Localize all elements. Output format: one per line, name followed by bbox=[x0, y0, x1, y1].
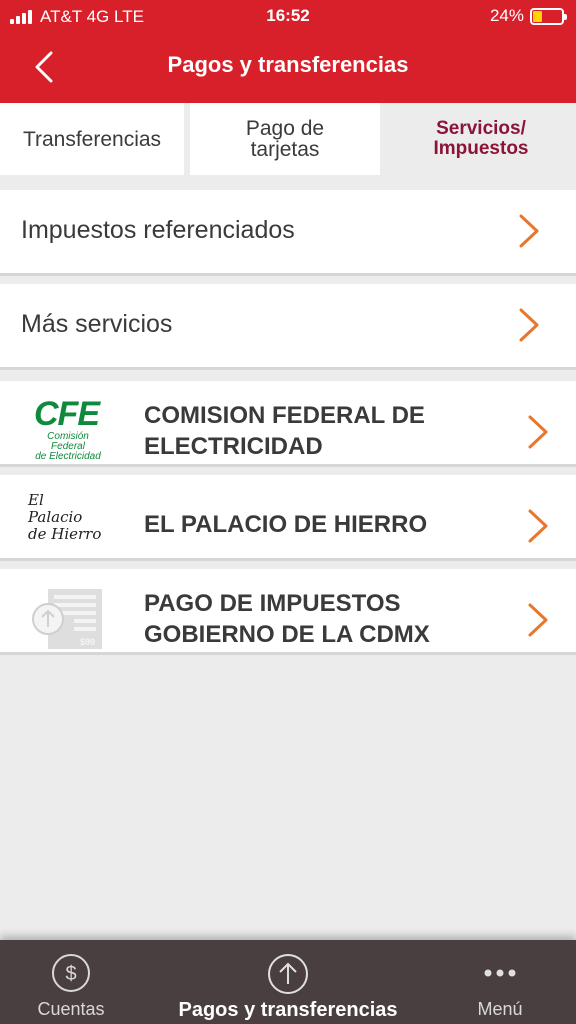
status-bar-right: 24% bbox=[489, 6, 567, 26]
tabbar-item-cuentas[interactable]: $ Cuentas bbox=[0, 940, 142, 1024]
chevron-right-icon bbox=[519, 308, 539, 342]
palacio-logo-text: El Palacio de Hierro bbox=[28, 491, 102, 543]
palacio-de-hierro-logo: El Palacio de Hierro bbox=[28, 492, 104, 558]
merchant-row-palacio-de-hierro[interactable]: El Palacio de Hierro EL PALACIO DE HIERR… bbox=[0, 475, 576, 561]
tax-amount: $99 bbox=[80, 637, 95, 647]
more-dots-icon bbox=[484, 969, 516, 977]
battery-percent: 24% bbox=[489, 6, 524, 25]
tabbar-label: Menú bbox=[477, 999, 523, 1019]
row-impuestos-referenciados[interactable]: Impuestos referenciados bbox=[0, 190, 576, 276]
svg-text:$: $ bbox=[65, 963, 76, 985]
status-bar: AT&T 4G LTE 16:52 24% bbox=[0, 0, 576, 34]
row-mas-servicios[interactable]: Más servicios bbox=[0, 284, 576, 370]
tab-servicios-impuestos[interactable]: Servicios/ Impuestos bbox=[386, 103, 576, 175]
bottom-tab-bar: $ Cuentas Pagos y transferencias Menú bbox=[0, 940, 576, 1024]
chevron-right-icon bbox=[519, 214, 539, 248]
chevron-right-icon bbox=[528, 509, 548, 543]
tab-pago-de-tarjetas[interactable]: Pago de tarjetas bbox=[190, 103, 380, 175]
merchant-name: PAGO DE IMPUESTOS GOBIERNO DE LA CDMX bbox=[144, 590, 430, 648]
tab-label: Pago de tarjetas bbox=[245, 117, 325, 161]
tab-transferencias[interactable]: Transferencias bbox=[0, 103, 184, 175]
upload-circle-icon bbox=[268, 954, 308, 994]
merchant-row-cfe[interactable]: CFE Comisión Federal de Electricidad COM… bbox=[0, 381, 576, 467]
battery-level bbox=[533, 10, 542, 22]
battery-icon bbox=[530, 7, 567, 25]
tab-label: Servicios/ Impuestos bbox=[433, 118, 529, 159]
merchant-row-impuestos-cdmx[interactable]: $99 PAGO DE IMPUESTOS GOBIERNO DE LA CDM… bbox=[0, 569, 576, 655]
tabbar-label: Cuentas bbox=[37, 999, 105, 1019]
merchant-name: COMISION FEDERAL DE ELECTRICIDAD bbox=[144, 402, 425, 460]
segment-tabs: Transferencias Pago de tarjetas Servicio… bbox=[0, 103, 576, 175]
chevron-right-icon bbox=[528, 603, 548, 637]
cfe-subtitle: Comisión Federal de Electricidad bbox=[35, 431, 101, 462]
tab-label: Transferencias bbox=[22, 127, 162, 151]
tabbar-item-pagos[interactable]: Pagos y transferencias bbox=[150, 940, 426, 1024]
page-title: Pagos y transferencias bbox=[167, 52, 409, 77]
tax-receipt-icon: $99 bbox=[32, 589, 102, 649]
cfe-logo: CFE Comisión Federal de Electricidad bbox=[28, 397, 108, 463]
cfe-brand: CFE bbox=[34, 395, 100, 433]
dollar-circle-icon: $ bbox=[52, 954, 90, 992]
app-header: AT&T 4G LTE 16:52 24% Pagos y transferen… bbox=[0, 0, 576, 103]
chevron-right-icon bbox=[528, 415, 548, 449]
row-label: Impuestos referenciados bbox=[21, 216, 295, 244]
tabbar-item-menu[interactable]: Menú bbox=[430, 940, 570, 1024]
merchant-name: EL PALACIO DE HIERRO bbox=[144, 511, 428, 538]
tabbar-label: Pagos y transferencias bbox=[178, 999, 398, 1021]
row-label: Más servicios bbox=[21, 310, 173, 338]
